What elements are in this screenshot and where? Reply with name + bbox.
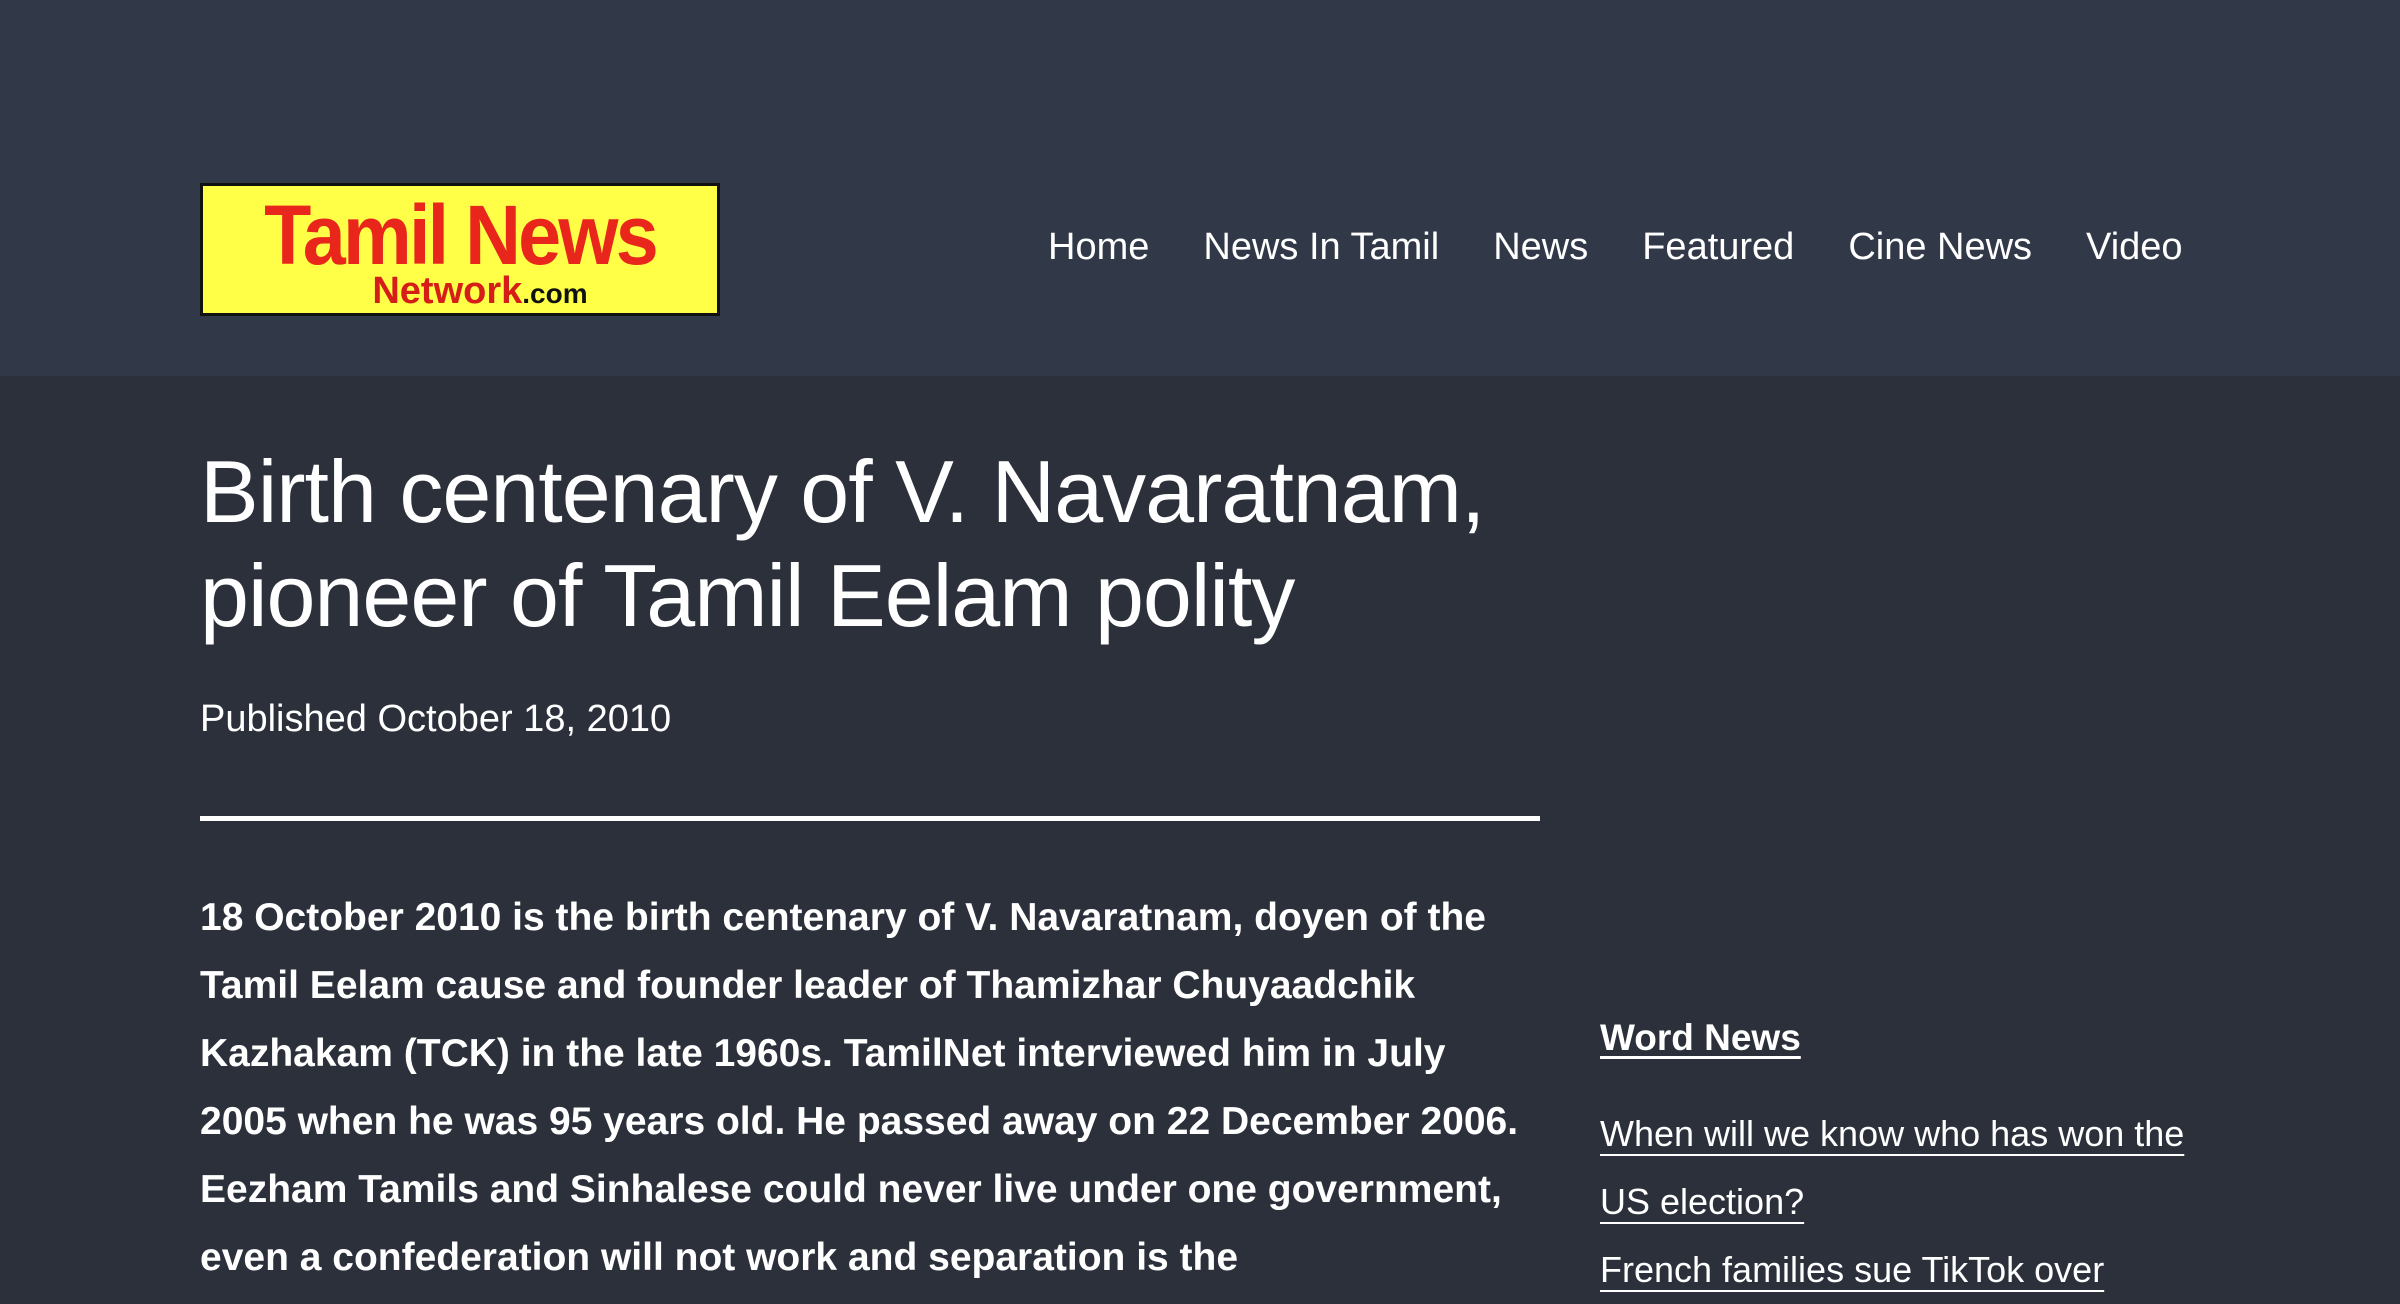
logo-network-text: Network — [372, 270, 523, 312]
article-title: Birth centenary of V. Navaratnam, pionee… — [200, 442, 1485, 645]
logo-sub-text: Network.com — [203, 270, 717, 313]
article-lead-paragraph: 18 October 2010 is the birth centenary o… — [200, 896, 1519, 1279]
publish-date: Published October 18, 2010 — [200, 698, 672, 740]
site-header: Tamil News Network.com Home News In Tami… — [0, 0, 2400, 376]
nav-item-cine-news[interactable]: Cine News — [1848, 219, 2032, 275]
list-item: When will we know who has won the US ele… — [1600, 1100, 2200, 1236]
sidebar-news-link[interactable]: When will we know who has won the US ele… — [1600, 1100, 2200, 1236]
title-divider — [200, 816, 1540, 821]
sidebar-widget: Word News When will we know who has won … — [1600, 1010, 2200, 1304]
nav-item-news[interactable]: News — [1493, 219, 1588, 275]
sidebar-news-list: When will we know who has won the US ele… — [1600, 1100, 2200, 1304]
nav-item-video[interactable]: Video — [2086, 219, 2183, 275]
nav-item-news-in-tamil[interactable]: News In Tamil — [1203, 219, 1439, 275]
site-logo[interactable]: Tamil News Network.com — [200, 183, 720, 316]
logo-main-text: Tamil News — [264, 188, 659, 282]
nav-item-featured[interactable]: Featured — [1642, 219, 1794, 275]
main-navigation: Home News In Tamil News Featured Cine Ne… — [1048, 219, 2183, 275]
nav-item-home[interactable]: Home — [1048, 219, 1149, 275]
logo-tld-text: .com — [522, 278, 588, 309]
list-item: French families sue TikTok over — [1600, 1236, 2200, 1304]
sidebar-news-link[interactable]: French families sue TikTok over — [1600, 1236, 2200, 1304]
sidebar-title-word-news[interactable]: Word News — [1600, 1010, 2200, 1066]
